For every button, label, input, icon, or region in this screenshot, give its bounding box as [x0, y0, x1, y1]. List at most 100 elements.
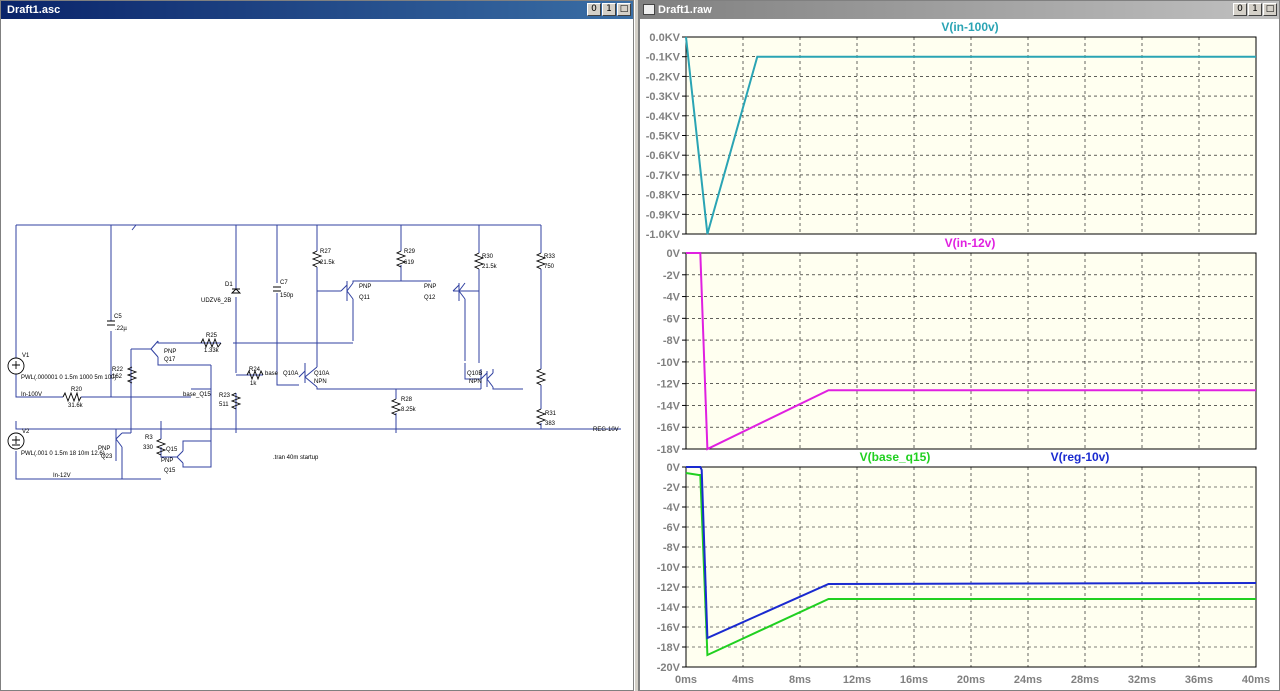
restore-button[interactable]: 1: [1248, 3, 1262, 16]
svg-text:In-100V: In-100V: [21, 392, 42, 398]
y-tick-label: -0.1KV: [646, 52, 681, 64]
y-tick-label: -8V: [663, 335, 681, 347]
y-tick-label: -18V: [657, 444, 681, 456]
y-tick-label: -6V: [663, 313, 681, 325]
svg-text:Q17: Q17: [164, 357, 176, 363]
y-tick-label: -12V: [657, 379, 681, 391]
svg-text:Q10B: Q10B: [467, 371, 482, 377]
y-tick-label: -2V: [663, 270, 681, 282]
svg-text:R20: R20: [71, 387, 83, 393]
svg-text:511: 511: [219, 402, 229, 408]
svg-text:PWL(.000001 0 1.5m 1000 5m 100: PWL(.000001 0 1.5m 1000 5m 100): [21, 375, 116, 381]
x-tick-label: 40ms: [1242, 674, 1270, 686]
svg-text:UDZV6_2B: UDZV6_2B: [201, 298, 231, 304]
x-tick-label: 20ms: [957, 674, 985, 686]
svg-text:PNP: PNP: [424, 284, 436, 290]
y-tick-label: -16V: [657, 422, 681, 434]
y-tick-label: -8V: [663, 542, 681, 554]
trace-label: V(base_q15): [860, 450, 931, 464]
maximize-button[interactable]: □: [617, 3, 631, 16]
y-tick-label: -20V: [657, 662, 681, 674]
svg-text:In-12V: In-12V: [53, 473, 71, 479]
minimize-button[interactable]: 0: [587, 3, 601, 16]
svg-text:NPN: NPN: [314, 379, 327, 385]
svg-text:R28: R28: [401, 397, 413, 403]
svg-text:R23: R23: [219, 393, 231, 399]
svg-text:PNP: PNP: [359, 284, 371, 290]
svg-text:383: 383: [545, 421, 556, 427]
waveform-window-controls: 0 1 □: [1233, 3, 1277, 16]
svg-text:C5: C5: [114, 314, 122, 320]
y-tick-label: 0.0KV: [649, 32, 680, 44]
waveform-pane-2: 0V -2V -4V -6V -8V -10V -12V -14V -16V -18V V(in-1…: [657, 236, 1257, 456]
y-tick-label: -14V: [657, 400, 681, 412]
svg-text:PNP: PNP: [161, 458, 173, 464]
schematic-window[interactable]: Draft1.asc 0 1 □ V1 PWL(.000001 0 1.5m 1…: [0, 0, 634, 691]
y-tick-label: -0.5KV: [646, 131, 681, 143]
y-tick-label: -10V: [657, 357, 681, 369]
svg-text:Q12: Q12: [424, 295, 436, 301]
trace-label: V(in-12v): [945, 236, 996, 250]
y-tick-label: -16V: [657, 622, 681, 634]
y-tick-label: -4V: [663, 502, 681, 514]
svg-text:.22µ: .22µ: [115, 326, 127, 332]
svg-text:.tran 40m startup: .tran 40m startup: [273, 455, 319, 461]
svg-text:R24: R24: [249, 367, 261, 373]
svg-text:PNP: PNP: [164, 349, 176, 355]
y-tick-label: -12V: [657, 582, 681, 594]
svg-text:150p: 150p: [280, 293, 294, 299]
y-tick-label: -0.3KV: [646, 91, 681, 103]
svg-text:21.5k: 21.5k: [320, 260, 336, 266]
svg-text:1k: 1k: [250, 381, 257, 387]
svg-text:R29: R29: [404, 249, 416, 255]
svg-text:V2: V2: [22, 429, 30, 435]
x-tick-label: 28ms: [1071, 674, 1099, 686]
svg-text:Q10A: Q10A: [283, 371, 298, 377]
waveform-plot-area[interactable]: 0.0KV -0.1KV -0.2KV -0.3KV -0.4KV -0.5KV -0.6K…: [640, 19, 1279, 690]
maximize-button[interactable]: □: [1263, 3, 1277, 16]
x-tick-label: 16ms: [900, 674, 928, 686]
svg-text:REG-10V: REG-10V: [593, 427, 619, 433]
y-tick-label: 0V: [667, 462, 681, 474]
svg-text:619: 619: [404, 260, 415, 266]
y-tick-label: -14V: [657, 602, 681, 614]
svg-text:Q15: Q15: [164, 468, 176, 474]
x-tick-label: 12ms: [843, 674, 871, 686]
svg-text:PNP: PNP: [98, 446, 110, 452]
waveform-pane-1: 0.0KV -0.1KV -0.2KV -0.3KV -0.4KV -0.5KV -0.6K…: [646, 20, 1257, 241]
svg-text:R3: R3: [145, 435, 153, 441]
svg-text:31.6k: 31.6k: [68, 403, 84, 409]
svg-text:base: base: [265, 371, 279, 377]
x-tick-label: 4ms: [732, 674, 754, 686]
y-tick-label: -6V: [663, 522, 681, 534]
svg-text:162: 162: [112, 374, 123, 380]
trace-label: V(reg-10v): [1051, 450, 1110, 464]
y-tick-label: -0.2KV: [646, 71, 681, 83]
svg-text:330: 330: [143, 445, 154, 451]
svg-text:NPN: NPN: [469, 379, 482, 385]
schematic-title-bar[interactable]: Draft1.asc 0 1 □: [1, 1, 633, 19]
svg-text:PWL(.001 0 1.5m 18 10m 12.6): PWL(.001 0 1.5m 18 10m 12.6): [21, 451, 105, 457]
svg-text:V1: V1: [22, 353, 30, 359]
schematic-window-controls: 0 1 □: [587, 3, 631, 16]
svg-text:Q23: Q23: [101, 454, 113, 460]
waveform-window-title: Draft1.raw: [658, 4, 712, 16]
svg-text:R30: R30: [482, 254, 494, 260]
y-tick-label: 0V: [667, 248, 681, 260]
svg-text:21.5k: 21.5k: [482, 264, 498, 270]
svg-text:base_Q15: base_Q15: [183, 392, 211, 398]
minimize-button[interactable]: 0: [1233, 3, 1247, 16]
waveform-window[interactable]: Draft1.raw 0 1 □ 0.0KV -0.1KV -0.2KV -0.3KV…: [639, 0, 1280, 691]
y-tick-label: -0.4KV: [646, 111, 681, 123]
svg-text:C7: C7: [280, 280, 288, 286]
waveform-title-bar[interactable]: Draft1.raw 0 1 □: [640, 1, 1279, 19]
y-tick-label: -1.0KV: [646, 229, 681, 241]
svg-text:750: 750: [544, 264, 555, 270]
svg-text:R33: R33: [544, 254, 556, 260]
schematic-canvas[interactable]: V1 PWL(.000001 0 1.5m 1000 5m 100) In-10…: [1, 19, 633, 690]
x-tick-label: 24ms: [1014, 674, 1042, 686]
svg-text:Q10A: Q10A: [314, 371, 329, 377]
restore-button[interactable]: 1: [602, 3, 616, 16]
y-tick-label: -18V: [657, 642, 681, 654]
x-tick-label: 36ms: [1185, 674, 1213, 686]
